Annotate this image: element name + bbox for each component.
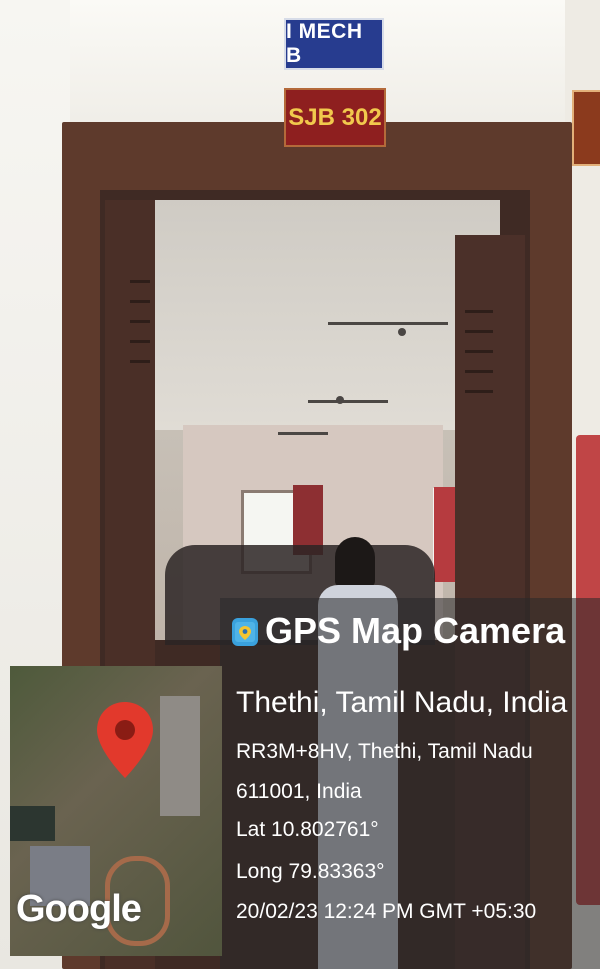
map-pond	[10, 806, 55, 841]
side-sign	[572, 90, 600, 166]
google-logo: Google	[16, 888, 142, 930]
louver	[465, 310, 493, 313]
latitude: Lat 10.802761°	[236, 818, 379, 841]
louver	[130, 300, 150, 303]
louver	[465, 390, 493, 393]
louver	[465, 330, 493, 333]
louver	[465, 350, 493, 353]
louver	[130, 360, 150, 363]
address-line1: RR3M+8HV, Thethi, Tamil Nadu	[236, 740, 533, 763]
map-thumbnail: Google	[10, 666, 222, 956]
class-sign: I MECH B	[284, 18, 384, 70]
map-pin-icon	[97, 702, 153, 778]
map-buildings	[160, 696, 200, 816]
louver	[130, 280, 150, 283]
ceiling-fan	[308, 400, 388, 403]
room-number-sign: SJB 302	[284, 88, 386, 147]
address-line2: 611001, India	[236, 780, 362, 803]
ceiling-fan-hub	[336, 396, 344, 404]
app-title: GPS Map Camera	[265, 610, 566, 651]
louver	[465, 370, 493, 373]
gps-map-camera-app-icon	[232, 618, 258, 646]
ceiling-fan-hub	[398, 328, 406, 336]
louver	[130, 320, 150, 323]
louver	[130, 340, 150, 343]
ceiling-fan	[278, 432, 328, 435]
student-hair	[335, 537, 375, 587]
ceiling	[128, 200, 500, 430]
ceiling-fan	[328, 322, 448, 325]
datetime: 20/02/23 12:24 PM GMT +05:30	[236, 900, 537, 923]
longitude: Long 79.83363°	[236, 860, 385, 883]
location-title: Thethi, Tamil Nadu, India	[236, 686, 568, 719]
